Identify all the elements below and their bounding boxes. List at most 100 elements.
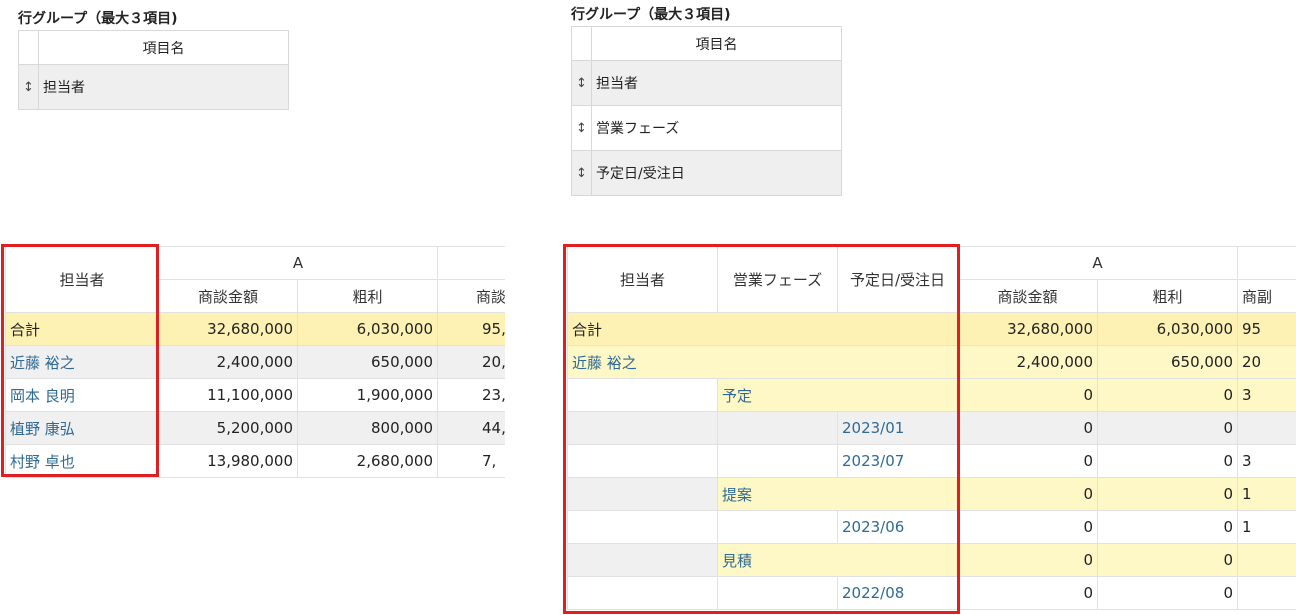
empty-cell [567, 477, 718, 511]
assignee-link[interactable]: 近藤 裕之 [567, 345, 958, 379]
cell-value: 0 [1096, 444, 1239, 478]
right-pivot-viewport[interactable]: 担当者 営業フェーズ 予定日/受注日 A 商談金額 粗利 商副 合計 32,68… [567, 246, 1296, 615]
table-row: 岡本 良明 11,100,000 1,900,000 23, [5, 378, 505, 412]
assignee-link[interactable]: 村野 卓也 [5, 444, 159, 478]
left-group-table: 項目名 ↕ 担当者 [18, 30, 289, 110]
phase-row: 見積 0 0 [567, 543, 1296, 577]
cell-value: 0 [957, 411, 1098, 445]
group-item-row[interactable]: ↕ 担当者 [571, 60, 842, 106]
cell-value: 0 [957, 543, 1098, 577]
left-group-title: 行グループ（最大３項目) [18, 11, 178, 27]
cell-value: 0 [957, 378, 1098, 412]
total-row: 合計 32,680,000 6,030,000 95, [5, 312, 505, 346]
row-label: 合計 [567, 312, 958, 346]
phase-label[interactable]: 予定 [717, 378, 958, 412]
column-header[interactable]: 商談 [437, 279, 505, 313]
column-group-header: A [956, 246, 1239, 280]
date-link[interactable]: 2023/01 [837, 411, 958, 445]
group-item-label: 予定日/受注日 [591, 150, 842, 196]
handle-header [571, 26, 592, 61]
cell-value: 32,680,000 [158, 312, 298, 346]
row-header-phase[interactable]: 営業フェーズ [717, 246, 838, 313]
cell-value: 1,900,000 [296, 378, 439, 412]
table-row: 植野 康弘 5,200,000 800,000 44, [5, 411, 505, 445]
cell-value: 800,000 [296, 411, 439, 445]
table-row: 近藤 裕之 2,400,000 650,000 20, [5, 345, 505, 379]
cell-value: 6,030,000 [296, 312, 439, 346]
cell-value: 23, [437, 378, 505, 412]
cell-value: 2,400,000 [158, 345, 298, 379]
empty-cell [717, 510, 838, 544]
subtotal-row: 近藤 裕之 2,400,000 650,000 20 [567, 345, 1296, 379]
cell-value: 0 [1096, 477, 1239, 511]
date-row: 2023/01 0 0 [567, 411, 1296, 445]
date-link[interactable]: 2023/07 [837, 444, 958, 478]
phase-row: 予定 0 0 3 [567, 378, 1296, 412]
drag-handle-icon[interactable]: ↕ [23, 80, 34, 95]
phase-label[interactable]: 見積 [717, 543, 958, 577]
drag-handle-icon[interactable]: ↕ [576, 76, 587, 91]
table-row: 村野 卓也 13,980,000 2,680,000 7, [5, 444, 505, 478]
cell-value: 1 [1237, 510, 1296, 544]
group-item-row[interactable]: ↕ 予定日/受注日 [571, 150, 842, 196]
column-header[interactable]: 商副 [1237, 279, 1296, 313]
empty-cell [717, 444, 838, 478]
cell-value: 650,000 [296, 345, 439, 379]
date-link[interactable]: 2022/08 [837, 576, 958, 610]
cell-value: 2,680,000 [296, 444, 439, 478]
group-item-row[interactable]: ↕ 営業フェーズ [571, 105, 842, 151]
phase-label[interactable]: 提案 [717, 477, 958, 511]
empty-cell [567, 543, 718, 577]
empty-cell [717, 576, 838, 610]
row-header-assignee[interactable]: 担当者 [567, 246, 718, 313]
cell-value: 0 [957, 576, 1098, 610]
empty-cell [567, 510, 718, 544]
cell-value: 11,100,000 [158, 378, 298, 412]
handle-header [18, 30, 39, 65]
cell-value: 7, [437, 444, 505, 478]
cell-value: 20 [1237, 345, 1296, 379]
date-row: 2023/07 0 0 3 [567, 444, 1296, 478]
row-header-date[interactable]: 予定日/受注日 [837, 246, 958, 313]
right-group-title: 行グループ（最大３項目) [571, 7, 731, 23]
item-name-header: 項目名 [591, 26, 842, 61]
group-item-row[interactable]: ↕ 担当者 [18, 64, 289, 110]
right-pivot-table: 担当者 営業フェーズ 予定日/受注日 A 商談金額 粗利 商副 合計 32,68… [567, 246, 1296, 610]
cell-value: 0 [1096, 576, 1239, 610]
column-header[interactable]: 商談金額 [158, 279, 298, 313]
column-header[interactable]: 粗利 [296, 279, 439, 313]
left-pivot-table: 担当者 A 商談金額 粗利 商談 合計 32,680,000 6,030,000… [5, 246, 505, 478]
cell-value: 0 [1096, 411, 1239, 445]
total-row: 合計 32,680,000 6,030,000 95 [567, 312, 1296, 346]
cell-value: 95 [1237, 312, 1296, 346]
assignee-link[interactable]: 近藤 裕之 [5, 345, 159, 379]
cell-value: 13,980,000 [158, 444, 298, 478]
assignee-link[interactable]: 植野 康弘 [5, 411, 159, 445]
date-link[interactable]: 2023/06 [837, 510, 958, 544]
cell-value: 20, [437, 345, 505, 379]
empty-cell [567, 444, 718, 478]
column-group-header: A [157, 246, 439, 280]
assignee-link[interactable]: 岡本 良明 [5, 378, 159, 412]
column-group-header-next [1237, 246, 1296, 280]
drag-handle-icon[interactable]: ↕ [576, 166, 587, 181]
left-pivot-viewport[interactable]: 担当者 A 商談金額 粗利 商談 合計 32,680,000 6,030,000… [5, 246, 505, 478]
row-header-assignee[interactable]: 担当者 [5, 246, 159, 313]
column-header[interactable]: 商談金額 [957, 279, 1098, 313]
cell-value: 3 [1237, 378, 1296, 412]
group-item-label: 担当者 [591, 60, 842, 106]
cell-value: 1 [1237, 477, 1296, 511]
cell-value [1237, 576, 1296, 610]
cell-value: 0 [957, 510, 1098, 544]
cell-value [1237, 411, 1296, 445]
cell-value: 32,680,000 [957, 312, 1098, 346]
empty-cell [567, 411, 718, 445]
date-row: 2023/06 0 0 1 [567, 510, 1296, 544]
cell-value: 2,400,000 [957, 345, 1098, 379]
phase-row: 提案 0 0 1 [567, 477, 1296, 511]
cell-value [1237, 543, 1296, 577]
cell-value: 0 [1096, 543, 1239, 577]
column-header[interactable]: 粗利 [1096, 279, 1239, 313]
cell-value: 0 [957, 477, 1098, 511]
drag-handle-icon[interactable]: ↕ [576, 121, 587, 136]
